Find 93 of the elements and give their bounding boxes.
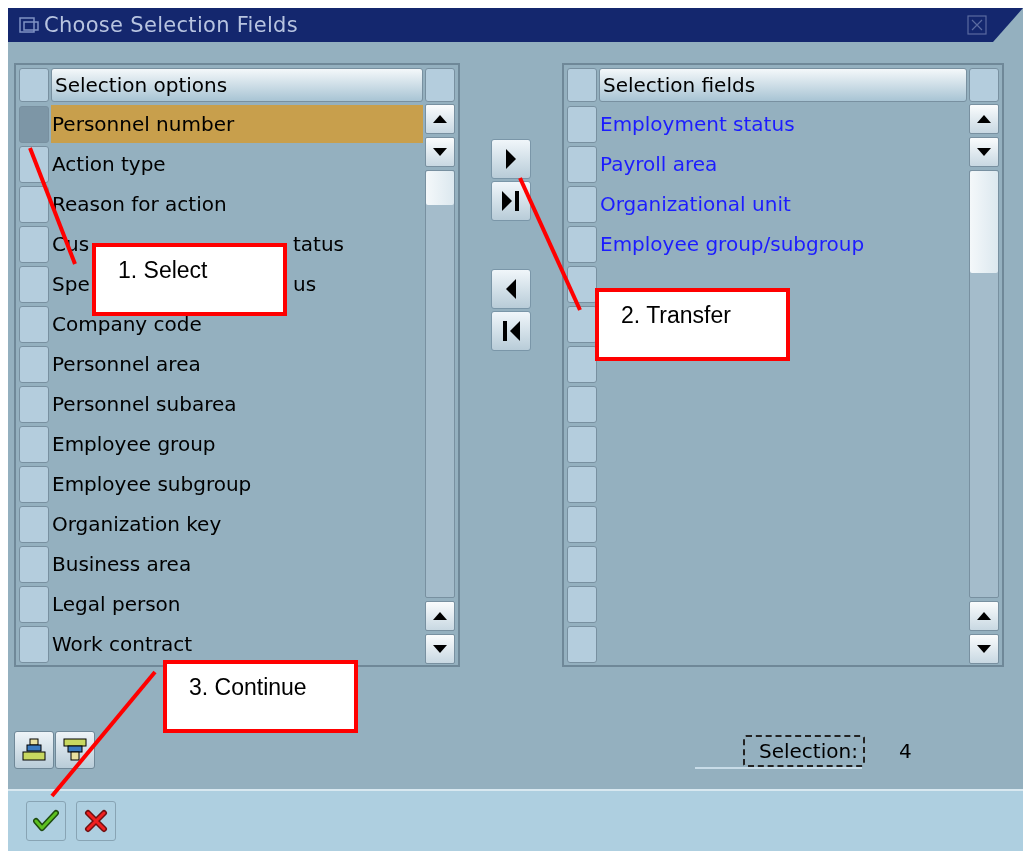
down-triangle-icon <box>433 645 447 653</box>
row-text: Action type <box>52 152 166 176</box>
sort-ascending-button[interactable] <box>14 731 54 769</box>
window-icon <box>18 16 40 34</box>
table-row[interactable]: Employee subgroup <box>51 465 423 503</box>
row-selector[interactable] <box>19 105 49 143</box>
table-row[interactable]: Personnel subarea <box>51 385 423 423</box>
down-triangle-icon <box>977 645 991 653</box>
row-selector[interactable] <box>567 545 597 583</box>
confirm-button[interactable] <box>26 801 66 841</box>
row-selector[interactable] <box>567 425 597 463</box>
stacked-bars-icon <box>62 737 88 763</box>
row-selector[interactable] <box>19 625 49 663</box>
row-selector[interactable] <box>19 425 49 463</box>
table-row[interactable]: Business area <box>51 545 423 583</box>
table-row[interactable]: Reason for action <box>51 185 423 223</box>
selection-label: Selection: <box>743 735 865 767</box>
row-selector[interactable] <box>19 225 49 263</box>
row-selector[interactable] <box>567 505 597 543</box>
select-all-button[interactable] <box>567 68 597 102</box>
row-text: Legal person <box>52 592 181 616</box>
move-all-left-button[interactable] <box>491 311 531 351</box>
cancel-icon <box>84 809 108 833</box>
down-triangle-icon <box>433 148 447 156</box>
column-header[interactable]: Selection fields <box>599 68 967 102</box>
row-selector[interactable] <box>19 545 49 583</box>
row-selector[interactable] <box>567 145 597 183</box>
column-settings-button[interactable] <box>425 68 455 102</box>
left-triangle-icon <box>504 278 518 300</box>
row-selector[interactable] <box>567 225 597 263</box>
table-row[interactable]: Work contract <box>51 625 423 663</box>
row-selector[interactable] <box>567 345 597 383</box>
row-text: Organization key <box>52 512 222 536</box>
sort-descending-button[interactable] <box>55 731 95 769</box>
row-selector[interactable] <box>567 185 597 223</box>
row-selector[interactable] <box>19 345 49 383</box>
row-text: Personnel number <box>52 112 235 136</box>
row-selector[interactable] <box>567 105 597 143</box>
row-selector[interactable] <box>567 385 597 423</box>
row-selector[interactable] <box>19 385 49 423</box>
check-icon <box>33 809 59 833</box>
row-text: Work contract <box>52 632 193 656</box>
row-text: Employee group <box>52 432 216 456</box>
up-triangle-icon <box>433 115 447 123</box>
scroll-thumb[interactable] <box>426 171 454 205</box>
column-settings-button[interactable] <box>969 68 999 102</box>
row-text: us <box>293 272 317 296</box>
row-selector[interactable] <box>19 585 49 623</box>
table-row[interactable]: Action type <box>51 145 423 183</box>
table-row[interactable]: Personnel area <box>51 345 423 383</box>
up-triangle-icon <box>977 115 991 123</box>
row-text: Personnel area <box>52 352 201 376</box>
cancel-button[interactable] <box>76 801 116 841</box>
scrollbar[interactable] <box>425 104 455 664</box>
row-selector[interactable] <box>19 185 49 223</box>
row-selector[interactable] <box>567 585 597 623</box>
row-selector[interactable] <box>19 465 49 503</box>
row-selector[interactable] <box>19 305 49 343</box>
select-all-button[interactable] <box>19 68 49 102</box>
right-triangle-icon <box>504 148 518 170</box>
row-text: Business area <box>52 552 192 576</box>
row-text: Reason for action <box>52 192 227 216</box>
move-right-button[interactable] <box>491 139 531 179</box>
row-selector[interactable] <box>19 505 49 543</box>
row-selector[interactable] <box>567 625 597 663</box>
callout-tooltip: 2. Transfer <box>595 288 790 361</box>
selection-count: 4 <box>898 739 912 763</box>
bar-left-triangle-icon <box>501 320 521 342</box>
up-triangle-icon <box>433 612 447 620</box>
right-triangle-bar-icon <box>501 190 521 212</box>
callout-tooltip: 3. Continue <box>163 660 358 733</box>
down-triangle-icon <box>977 148 991 156</box>
column-header[interactable]: Selection options <box>51 68 423 102</box>
move-all-right-button[interactable] <box>491 181 531 221</box>
row-selector[interactable] <box>19 265 49 303</box>
table-row[interactable]: Legal person <box>51 585 423 623</box>
row-text: Personnel subarea <box>52 392 237 416</box>
stacked-bars-icon <box>21 737 47 763</box>
window-title: Choose Selection Fields <box>44 13 299 37</box>
callout-tooltip: 1. Select <box>92 243 287 316</box>
scrollbar[interactable] <box>969 104 999 664</box>
row-text: Spe <box>52 272 90 296</box>
up-triangle-icon <box>977 612 991 620</box>
row-text: Employee subgroup <box>52 472 252 496</box>
close-icon[interactable] <box>967 15 987 35</box>
table-row[interactable]: Personnel number <box>51 105 423 143</box>
row-text: tatus <box>293 232 345 256</box>
move-left-button[interactable] <box>491 269 531 309</box>
table-row[interactable]: Organization key <box>51 505 423 543</box>
table-row[interactable]: Employee group <box>51 425 423 463</box>
scroll-thumb[interactable] <box>970 171 998 273</box>
row-selector[interactable] <box>567 465 597 503</box>
row-selector[interactable] <box>567 305 597 343</box>
